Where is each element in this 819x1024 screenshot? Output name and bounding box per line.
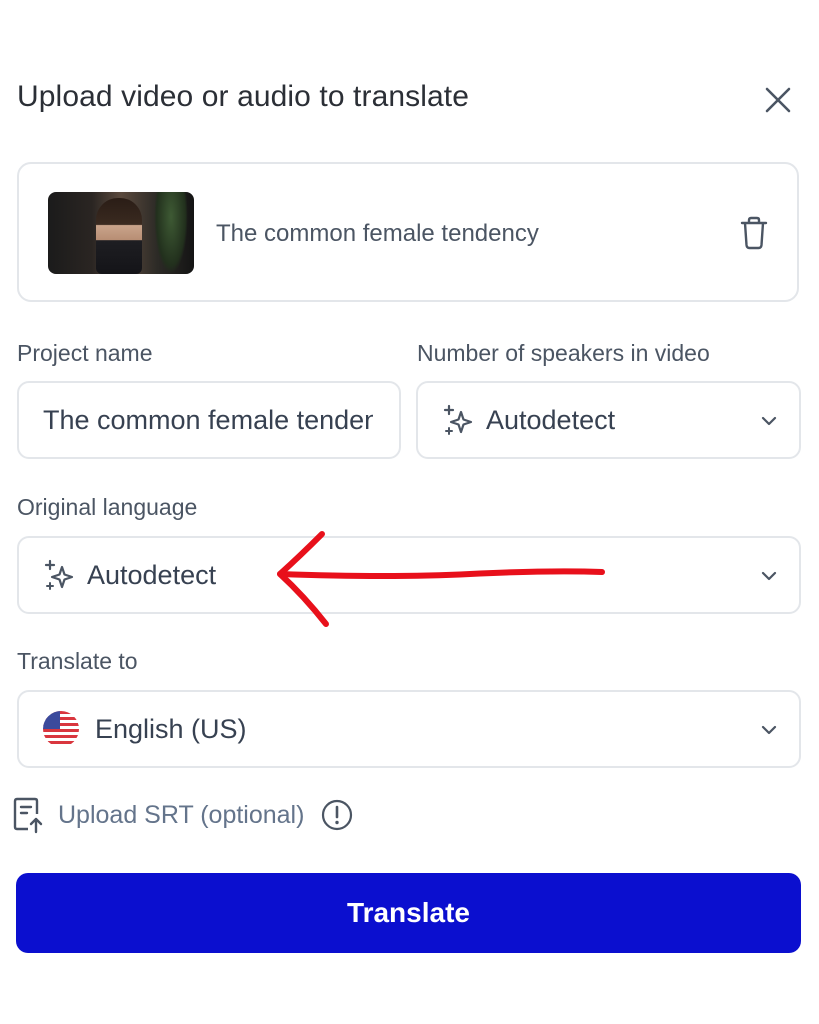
speakers-value: Autodetect — [486, 404, 616, 435]
speakers-label: Number of speakers in video — [417, 340, 710, 366]
chevron-down-icon — [761, 416, 777, 426]
project-name-field[interactable] — [17, 381, 401, 459]
video-thumbnail — [48, 192, 194, 274]
delete-file-button[interactable] — [735, 214, 773, 252]
trash-icon[interactable] — [739, 216, 769, 250]
speakers-select[interactable]: Autodetect — [416, 381, 801, 459]
sparkle-icon — [44, 559, 74, 590]
translate-to-value: English (US) — [95, 713, 247, 744]
chevron-down-icon — [761, 725, 777, 735]
file-name: The common female tendency — [216, 220, 539, 247]
file-upload-icon — [13, 797, 43, 834]
translate-to-select[interactable]: English (US) — [17, 690, 801, 768]
close-button[interactable] — [760, 82, 796, 118]
us-flag-icon — [43, 711, 79, 747]
dialog-title: Upload video or audio to translate — [17, 80, 470, 113]
original-language-label: Original language — [17, 494, 198, 520]
upload-srt-link[interactable]: Upload SRT (optional) — [12, 796, 354, 834]
project-name-label: Project name — [17, 340, 153, 366]
sparkle-icon — [443, 404, 473, 435]
info-icon[interactable] — [320, 798, 354, 832]
project-name-input[interactable] — [43, 404, 373, 436]
translate-to-label: Translate to — [17, 648, 138, 674]
original-language-value: Autodetect — [87, 559, 217, 590]
annotation-arrow-icon — [277, 531, 605, 627]
upload-srt-label[interactable]: Upload SRT (optional) — [58, 801, 304, 830]
chevron-down-icon — [761, 571, 777, 581]
translate-button[interactable]: Translate — [16, 873, 801, 953]
uploaded-file-card: The common female tendency — [17, 162, 799, 302]
close-icon[interactable] — [764, 86, 792, 114]
